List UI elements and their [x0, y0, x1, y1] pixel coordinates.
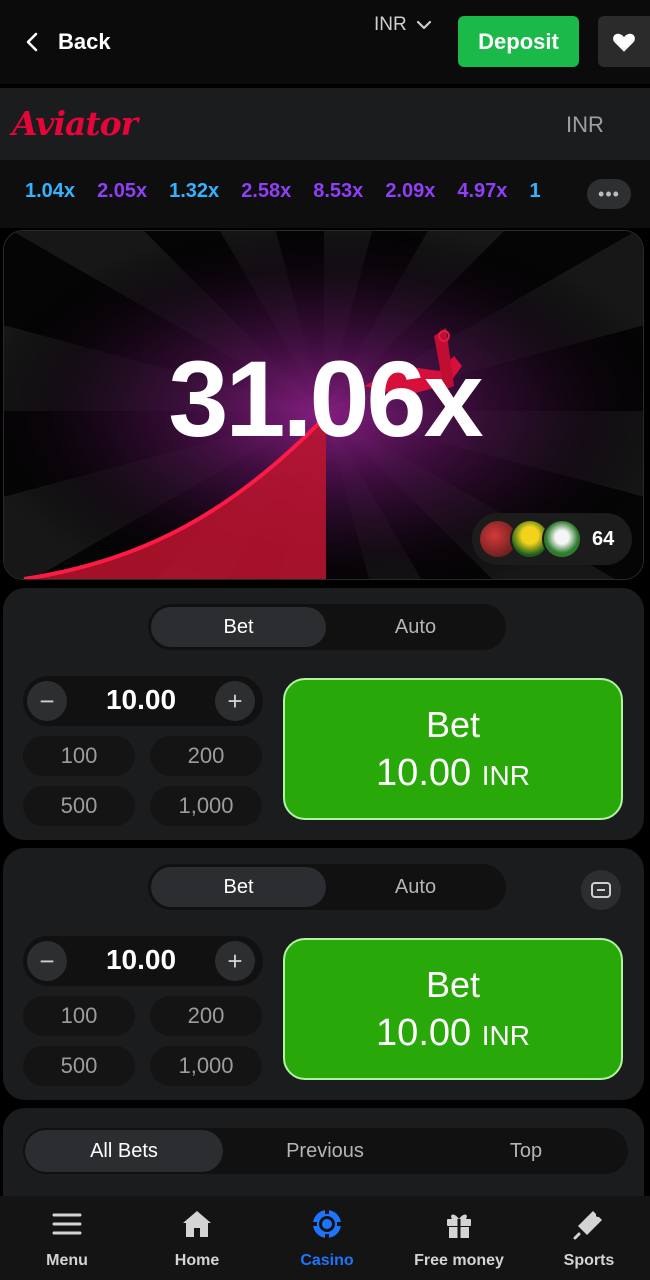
favorite-button[interactable] — [598, 16, 650, 67]
quick-amount-button[interactable]: 500 — [23, 786, 135, 826]
home-icon — [183, 1211, 211, 1237]
quick-amount-button[interactable]: 100 — [23, 736, 135, 776]
chevron-left-icon — [26, 32, 38, 52]
history-multiplier[interactable]: 1 — [529, 180, 540, 203]
quick-amount-button[interactable]: 500 — [23, 1046, 135, 1086]
nav-home[interactable]: Home — [132, 1206, 262, 1276]
bet-button-amount-line: 10.00 INR — [285, 752, 621, 795]
menu-icon — [52, 1213, 82, 1235]
bottom-navigation: Menu Home Casino Free money Sports — [0, 1196, 650, 1280]
bet-amount-stepper: − 10.00 + — [23, 936, 263, 986]
history-multiplier[interactable]: 1.32x — [169, 180, 219, 203]
tab-previous[interactable]: Previous — [226, 1130, 424, 1172]
bet-mode-tabs: Bet Auto — [148, 864, 506, 910]
back-label: Back — [58, 29, 111, 54]
currency-label: INR — [374, 14, 407, 35]
nav-label: Menu — [46, 1252, 88, 1269]
game-header: Aviator INR — [0, 88, 650, 160]
bet-panel-2: Bet Auto − 10.00 + 100 200 500 1,000 Bet… — [3, 848, 644, 1100]
bet-mode-tabs: Bet Auto — [148, 604, 506, 650]
bet-button-amount-line: 10.00 INR — [285, 1012, 621, 1055]
nav-label: Free money — [414, 1252, 504, 1269]
tab-auto[interactable]: Auto — [328, 607, 503, 647]
players-online[interactable]: 64 — [472, 513, 632, 565]
history-multiplier[interactable]: 1.04x — [25, 180, 75, 203]
tab-bet[interactable]: Bet — [151, 607, 326, 647]
sports-icon — [573, 1211, 602, 1240]
deposit-button[interactable]: Deposit — [458, 16, 579, 67]
history-multiplier[interactable]: 2.05x — [97, 180, 147, 203]
multiplier-history: 1.04x 2.05x 1.32x 2.58x 8.53x 2.09x 4.97x 1 ••• — [0, 160, 650, 228]
quick-amount-button[interactable]: 200 — [150, 996, 262, 1036]
gift-icon — [447, 1214, 471, 1238]
aviator-logo: Aviator — [12, 104, 138, 143]
remove-panel-button[interactable] — [581, 870, 621, 910]
nav-sports[interactable]: Sports — [524, 1206, 650, 1276]
current-multiplier: 31.06x — [168, 338, 483, 459]
bet-button-label: Bet — [425, 964, 481, 1005]
back-button[interactable]: Back — [22, 22, 111, 62]
bet-button-currency: INR — [481, 760, 530, 791]
nav-label: Sports — [563, 1252, 615, 1269]
history-multiplier[interactable]: 2.58x — [241, 180, 291, 203]
history-more-button[interactable]: ••• — [587, 179, 631, 209]
bet-panel-1: Bet Auto − 10.00 + 100 200 500 1,000 Bet… — [3, 588, 644, 840]
nav-label: Home — [174, 1252, 220, 1269]
heart-icon — [613, 33, 635, 52]
game-currency: INR — [566, 112, 604, 137]
top-bar: Back INR Deposit — [0, 0, 650, 84]
history-multiplier[interactable]: 4.97x — [457, 180, 507, 203]
bet-button-currency: INR — [481, 1020, 530, 1051]
chevron-down-icon — [416, 20, 431, 30]
place-bet-button[interactable]: Bet 10.00 INR — [283, 938, 623, 1080]
player-count: 64 — [592, 528, 615, 550]
bet-button-amount: 10.00 — [376, 1012, 472, 1054]
history-multiplier[interactable]: 2.09x — [385, 180, 435, 203]
history-list: 1.04x 2.05x 1.32x 2.58x 8.53x 2.09x 4.97x 1 — [25, 180, 580, 203]
nav-casino[interactable]: Casino — [262, 1206, 392, 1276]
bet-amount-value[interactable]: 10.00 — [69, 684, 213, 716]
currency-selector[interactable]: INR — [374, 14, 433, 36]
tab-auto[interactable]: Auto — [328, 867, 503, 907]
quick-amount-button[interactable]: 1,000 — [150, 786, 262, 826]
quick-amount-button[interactable]: 200 — [150, 736, 262, 776]
game-canvas: 31.06x 64 — [3, 230, 644, 580]
nav-label: Casino — [300, 1252, 354, 1269]
quick-amount-button[interactable]: 100 — [23, 996, 135, 1036]
nav-free-money[interactable]: Free money — [394, 1206, 524, 1276]
nav-menu[interactable]: Menu — [2, 1206, 132, 1276]
bets-list-panel: All Bets Previous Top — [3, 1108, 644, 1208]
tab-all-bets[interactable]: All Bets — [25, 1130, 223, 1172]
increase-button[interactable]: + — [215, 941, 255, 981]
tab-top[interactable]: Top — [427, 1130, 625, 1172]
decrease-button[interactable]: − — [27, 681, 67, 721]
quick-amount-button[interactable]: 1,000 — [150, 1046, 262, 1086]
tab-bet[interactable]: Bet — [151, 867, 326, 907]
bets-tabs: All Bets Previous Top — [23, 1128, 628, 1174]
player-avatar — [542, 519, 582, 559]
bet-amount-stepper: − 10.00 + — [23, 676, 263, 726]
increase-button[interactable]: + — [215, 681, 255, 721]
bet-button-label: Bet — [425, 704, 481, 745]
place-bet-button[interactable]: Bet 10.00 INR — [283, 678, 623, 820]
casino-chip-icon — [312, 1209, 342, 1239]
history-multiplier[interactable]: 8.53x — [313, 180, 363, 203]
minus-square-icon — [591, 882, 611, 898]
decrease-button[interactable]: − — [27, 941, 67, 981]
bet-amount-value[interactable]: 10.00 — [69, 944, 213, 976]
bet-button-amount: 10.00 — [376, 752, 472, 794]
